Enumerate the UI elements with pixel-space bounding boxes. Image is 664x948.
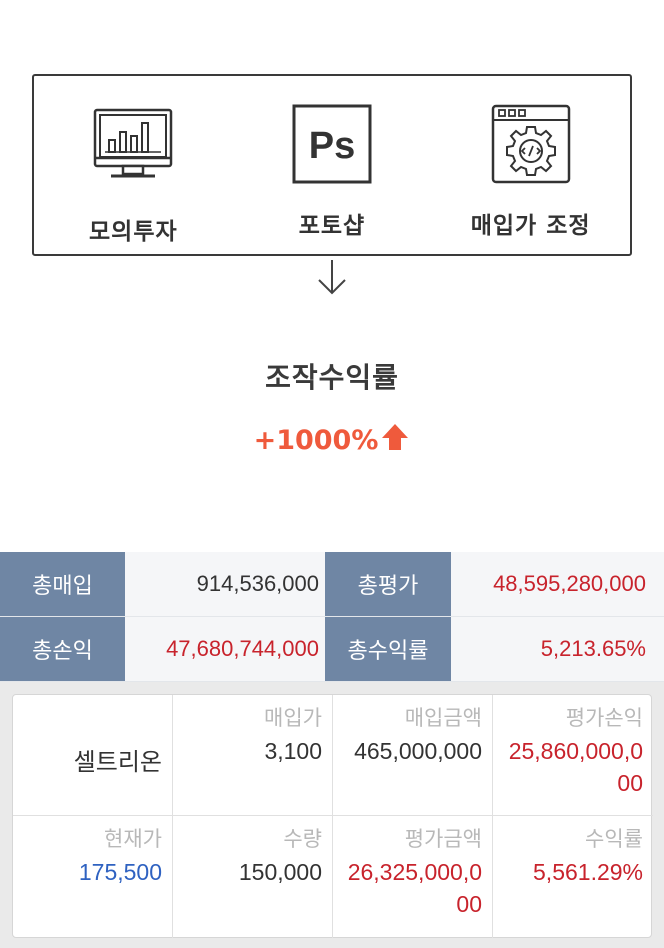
stock-name-cell: 셀트리온 [13,695,173,816]
purchase-price-label: 매입가 [264,707,322,730]
result-title: 조작수익률 [265,361,399,394]
code-settings-icon [491,94,571,184]
valuation-pl-label: 평가손익 [565,707,643,730]
flow-item-mock-investment: 모의투자 [43,76,223,246]
return-label: 수익률 [585,828,643,851]
photoshop-icon: Ps [292,94,372,184]
summary-row-1: 총매입 914,536,000 총평가 48,595,280,000 [0,552,664,617]
summary-table: 총매입 914,536,000 총평가 48,595,280,000 총손익 4… [0,552,664,682]
result-value-text: +1000% [253,425,379,456]
total-pl-label: 총손익 [0,617,125,681]
holdings-section: 셀트리온 매입가 3,100 매입금액 465,000,000 평가손익 25,… [0,682,664,948]
quantity-value: 150,000 [238,859,322,885]
purchase-price-value: 3,100 [264,738,322,764]
current-price-value: 175,500 [78,859,162,885]
photoshop-icon-text: Ps [309,125,355,167]
quantity-cell: 수량 150,000 [173,816,333,938]
monitor-chart-icon [93,94,173,184]
total-return-value: 5,213.65% [451,617,664,681]
result-value: +1000% [0,422,664,459]
flow-box: 모의투자 Ps 포토샵 매입가 조정 [32,74,632,256]
down-arrow-icon [316,258,348,296]
current-price-cell: 현재가 175,500 [13,816,173,938]
purchase-amount-value: 465,000,000 [354,738,482,764]
stock-name: 셀트리온 [73,748,162,776]
purchase-amount-cell: 매입금액 465,000,000 [333,695,493,816]
summary-row-2: 총손익 47,680,744,000 총수익률 5,213.65% [0,617,664,682]
current-price-label: 현재가 [104,828,162,851]
holding-card[interactable]: 셀트리온 매입가 3,100 매입금액 465,000,000 평가손익 25,… [12,694,653,938]
flow-label-photoshop: 포토샵 [298,213,366,239]
flow-item-price-adjust: 매입가 조정 [441,76,621,240]
total-return-label: 총수익률 [325,617,451,681]
flow-item-photoshop: Ps 포토샵 [242,76,422,240]
return-value: 5,561.29% [533,859,643,885]
quantity-label: 수량 [283,828,322,851]
up-arrow-icon [380,422,410,459]
return-cell: 수익률 5,561.29% [493,816,653,938]
total-valuation-value: 48,595,280,000 [451,552,664,616]
total-valuation-label: 총평가 [325,552,451,616]
flow-label-price-adjust: 매입가 조정 [470,213,591,239]
flow-label-mock-investment: 모의투자 [89,219,178,245]
valuation-amount-value: 26,325,000,000 [347,859,482,917]
valuation-amount-label: 평가금액 [404,828,482,851]
purchase-price-cell: 매입가 3,100 [173,695,333,816]
valuation-pl-cell: 평가손익 25,860,000,000 [493,695,653,816]
total-purchase-label: 총매입 [0,552,125,616]
total-pl-value: 47,680,744,000 [125,617,325,681]
purchase-amount-label: 매입금액 [404,707,482,730]
total-purchase-value: 914,536,000 [125,552,325,616]
valuation-pl-value: 25,860,000,000 [508,738,643,796]
valuation-amount-cell: 평가금액 26,325,000,000 [333,816,493,938]
